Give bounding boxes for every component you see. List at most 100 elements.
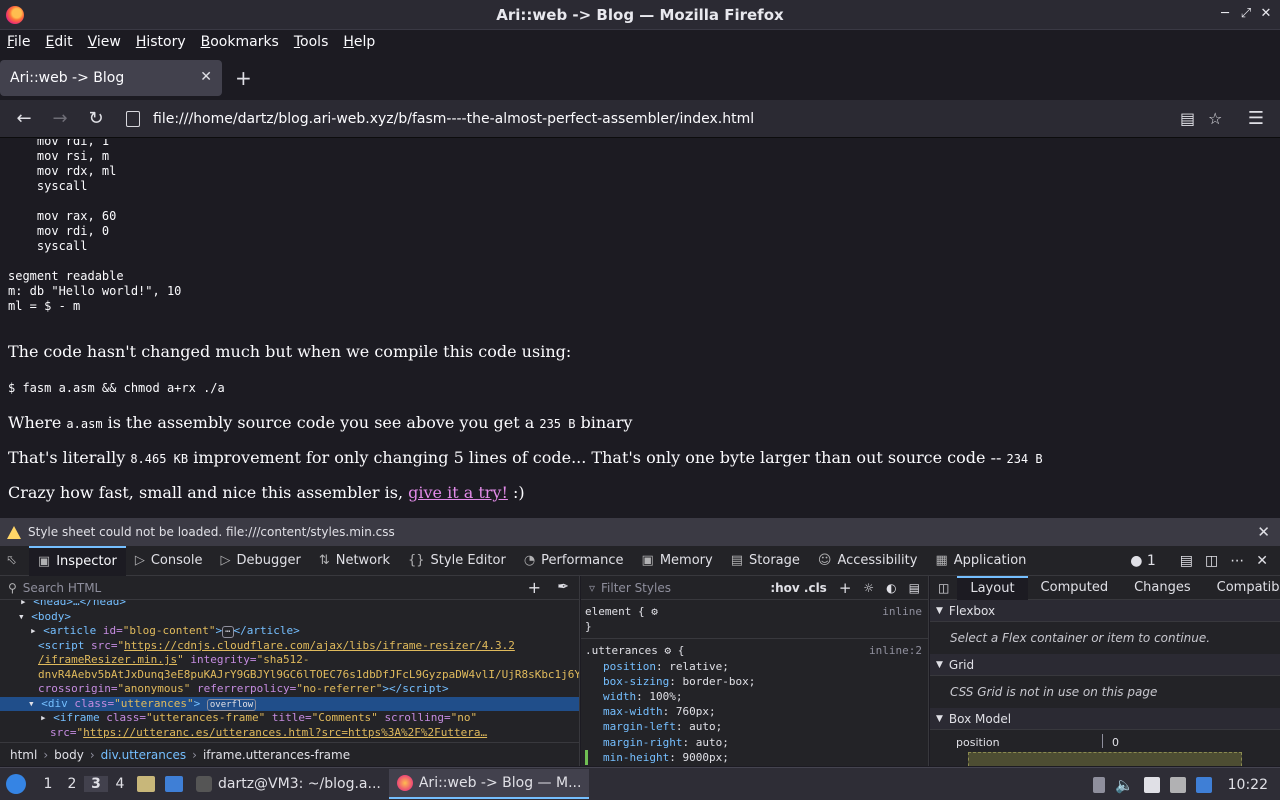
print-media-icon[interactable]: ▤: [909, 581, 920, 595]
back-icon[interactable]: ←: [13, 108, 35, 129]
filter-styles-input[interactable]: Filter Styles: [601, 581, 671, 595]
breadcrumb-html[interactable]: html: [10, 748, 37, 762]
tree-node-head[interactable]: ▸ <head>…</head>: [0, 600, 579, 610]
close-window-icon[interactable]: ✕: [1258, 6, 1274, 21]
maximize-icon[interactable]: ⤢: [1238, 6, 1254, 21]
markup-panel: ⚲ Search HTML + ✒ ▸ <head>…</head> ▾ <bo…: [0, 576, 580, 766]
file-manager-icon[interactable]: [137, 776, 155, 792]
network-tray-icon[interactable]: [1169, 776, 1186, 793]
light-scheme-icon[interactable]: ☼: [863, 581, 874, 595]
gear-icon[interactable]: ⚙: [651, 605, 658, 618]
more-options-icon[interactable]: ⋯: [1230, 553, 1244, 569]
task-terminal[interactable]: dartz@VM3: ~/blog.a...: [188, 769, 389, 799]
minimize-icon[interactable]: ─: [1217, 6, 1233, 21]
tree-node-body[interactable]: ▾ <body>: [0, 610, 579, 625]
tree-node-utterances-selected[interactable]: ▾ <div class="utterances"> overflow: [0, 696, 579, 711]
notification-icon[interactable]: [1195, 776, 1212, 793]
volume-icon[interactable]: 🔈: [1115, 776, 1134, 794]
clipboard-icon[interactable]: [1143, 776, 1160, 793]
gear-icon[interactable]: ⚙: [664, 644, 671, 657]
workspace-2[interactable]: 2: [60, 776, 84, 792]
css-prop[interactable]: box-sizing: border-box;: [585, 674, 924, 689]
css-prop[interactable]: margin-left: auto;: [585, 719, 924, 734]
breadcrumb-iframe[interactable]: iframe.utterances-frame: [203, 748, 350, 762]
tab-style-editor[interactable]: {} Style Editor: [399, 546, 515, 576]
menu-bookmarks[interactable]: Bookmarks: [201, 34, 279, 50]
url-text[interactable]: file:///home/dartz/blog.ari-web.xyz/b/fa…: [153, 111, 754, 127]
add-node-icon[interactable]: +: [528, 578, 541, 597]
search-html-input[interactable]: Search HTML: [23, 581, 101, 595]
rule-source[interactable]: inline:2: [869, 643, 922, 658]
flexbox-section-header[interactable]: ▼ Flexbox: [930, 600, 1280, 622]
bookmark-star-icon[interactable]: ☆: [1208, 109, 1222, 128]
close-devtools-icon[interactable]: ✕: [1256, 553, 1268, 569]
tab-accessibility[interactable]: ☺ Accessibility: [809, 546, 927, 576]
css-prop[interactable]: position: relative;: [585, 659, 924, 674]
start-menu-icon[interactable]: [6, 774, 26, 794]
desktop-icon[interactable]: [165, 776, 183, 792]
element-picker-icon[interactable]: ⬁: [0, 546, 29, 576]
section-title: Flexbox: [948, 603, 996, 618]
tab-debugger[interactable]: ▷ Debugger: [211, 546, 309, 576]
tab-blog[interactable]: Ari::web -> Blog ✕: [0, 60, 222, 96]
grid-section-header[interactable]: ▼ Grid: [930, 654, 1280, 676]
overflow-badge[interactable]: overflow: [206, 698, 257, 711]
error-count-badge[interactable]: ● 1: [1130, 553, 1168, 569]
markup-tree: ▸ <head>…</head> ▾ <body> ▸ <article id=…: [0, 600, 579, 750]
give-it-a-try-link[interactable]: give it a try!: [408, 483, 508, 502]
menu-tools[interactable]: Tools: [294, 34, 329, 50]
menu-help[interactable]: Help: [343, 34, 375, 50]
menu-file[interactable]: File: [7, 34, 30, 50]
attr-value: Comments: [318, 711, 372, 724]
close-tab-icon[interactable]: ✕: [200, 69, 212, 85]
tab-layout[interactable]: Layout: [957, 576, 1028, 600]
tab-console[interactable]: ▷ Console: [126, 546, 212, 576]
tab-application[interactable]: ▦ Application: [926, 546, 1035, 576]
breadcrumb-body[interactable]: body: [54, 748, 84, 762]
task-firefox[interactable]: Ari::web -> Blog — M...: [388, 769, 590, 799]
tab-network[interactable]: ⇅ Network: [310, 546, 399, 576]
css-prop[interactable]: width: 100%;: [585, 689, 924, 704]
breadcrumb-div[interactable]: div.utterances: [101, 748, 186, 762]
tab-changes[interactable]: Changes: [1121, 576, 1204, 600]
dock-side-icon[interactable]: ◫: [1205, 553, 1218, 569]
tab-storage[interactable]: ▤ Storage: [722, 546, 809, 576]
tab-memory[interactable]: ▣ Memory: [633, 546, 722, 576]
boxmodel-section-header[interactable]: ▼ Box Model: [930, 708, 1280, 730]
hamburger-menu-icon[interactable]: ☰: [1245, 108, 1267, 129]
url-bar[interactable]: file:///home/dartz/blog.ari-web.xyz/b/fa…: [120, 103, 1235, 135]
add-rule-icon[interactable]: +: [839, 579, 852, 597]
css-prop[interactable]: margin-right: auto;: [585, 735, 924, 750]
attr-link[interactable]: /iframeResizer.min.js: [38, 653, 177, 666]
tab-performance[interactable]: ◔ Performance: [515, 546, 633, 576]
toggle-sidebar-icon[interactable]: ◫: [930, 581, 957, 595]
battery-icon[interactable]: [1092, 776, 1105, 793]
new-tab-icon[interactable]: +: [235, 66, 252, 90]
tab-computed[interactable]: Computed: [1028, 576, 1122, 600]
workspace-3[interactable]: 3: [84, 776, 108, 792]
workspace-1[interactable]: 1: [36, 776, 60, 792]
position-value[interactable]: 0: [1112, 736, 1119, 749]
dark-scheme-icon[interactable]: ◐: [886, 581, 896, 595]
tab-inspector[interactable]: ▣ Inspector: [28, 545, 126, 576]
css-prop-changed[interactable]: min-height: 9000px;: [585, 749, 924, 766]
split-console-icon[interactable]: ▤: [1180, 553, 1193, 569]
tree-node-script[interactable]: <script src="https://cdnjs.cloudflare.co…: [0, 639, 579, 654]
workspace-4[interactable]: 4: [108, 776, 132, 792]
attr-link[interactable]: https://utteranc.es/utterances.html?src=…: [83, 726, 487, 739]
attr-link[interactable]: https://cdnjs.cloudflare.com/ajax/libs/i…: [124, 639, 515, 652]
tree-node-article[interactable]: ▸ <article id="blog-content"> ⋯ </article>: [0, 624, 579, 639]
tree-node-iframe[interactable]: ▸ <iframe class="utterances-frame" title…: [0, 711, 579, 726]
menu-edit[interactable]: Edit: [45, 34, 72, 50]
hov-cls-toggle[interactable]: :hov .cls: [770, 581, 827, 595]
rule-source[interactable]: inline: [882, 604, 922, 619]
reader-view-icon[interactable]: ▤: [1180, 109, 1195, 128]
reload-icon[interactable]: ↻: [85, 108, 107, 129]
css-prop[interactable]: max-width: 760px;: [585, 704, 924, 719]
menu-history[interactable]: History: [136, 34, 186, 50]
eyedropper-icon[interactable]: ✒: [557, 579, 569, 595]
menu-view[interactable]: View: [88, 34, 121, 50]
close-notification-icon[interactable]: ✕: [1257, 523, 1270, 541]
forward-icon[interactable]: →: [49, 108, 71, 129]
tab-compatibility[interactable]: Compatibilit: [1204, 576, 1280, 600]
